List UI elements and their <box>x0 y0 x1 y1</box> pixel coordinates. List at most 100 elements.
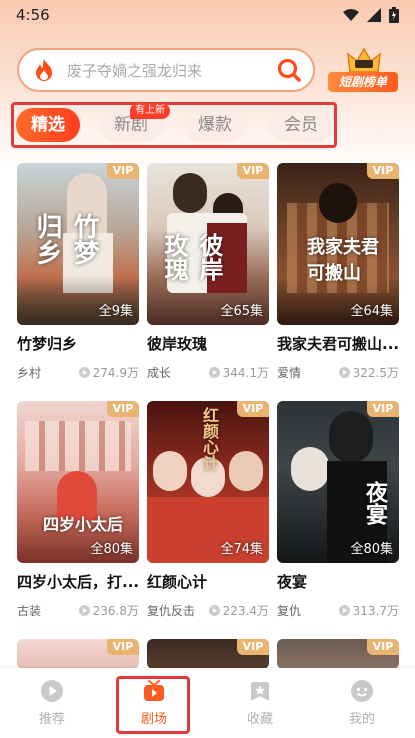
vip-badge: VIP <box>237 163 269 179</box>
view-count-value: 322.5万 <box>352 366 399 380</box>
episode-count: 全64集 <box>350 304 393 319</box>
drama-title: 彼岸玫瑰 <box>147 335 208 353</box>
drama-meta: 古装 236.8万 <box>17 602 139 619</box>
nav-profile[interactable]: 我的 <box>322 678 402 727</box>
drama-poster: 竹梦 归乡 VIP 全9集 <box>17 163 139 325</box>
view-count-value: 236.8万 <box>92 604 139 618</box>
view-count: 223.4万 <box>208 602 269 619</box>
search-bar[interactable]: 废子夺嫡之强龙归来 <box>17 48 315 92</box>
poster-title-art: 我家夫君 可搬山 <box>307 237 379 284</box>
tab-featured[interactable]: 精选 <box>16 108 80 142</box>
drama-meta: 成长 344.1万 <box>147 364 269 381</box>
view-count: 322.5万 <box>338 364 399 381</box>
play-count-icon <box>78 367 90 378</box>
view-count: 236.8万 <box>78 602 139 619</box>
view-count-value: 313.7万 <box>352 604 399 618</box>
bottom-navigation: 推荐 剧场 收藏 我的 <box>0 668 415 738</box>
drama-card[interactable]: 夜宴 VIP 全80集 夜宴 复仇 313.7万 <box>277 401 399 619</box>
nav-recommend[interactable]: 推荐 <box>12 678 92 727</box>
play-circle-icon <box>39 678 65 704</box>
drama-card[interactable]: 竹梦 归乡 VIP 全9集 竹梦归乡 乡村 274.9万 <box>17 163 139 381</box>
status-bar: 4:56 <box>0 0 415 30</box>
signal-icon <box>367 8 381 22</box>
drama-meta: 乡村 274.9万 <box>17 364 139 381</box>
drama-poster: VIP <box>277 639 399 669</box>
episode-count: 全80集 <box>350 542 393 557</box>
drama-poster: 我家夫君 可搬山 VIP 全64集 <box>277 163 399 325</box>
drama-card[interactable]: VIP <box>277 639 399 669</box>
vip-badge: VIP <box>107 163 139 179</box>
drama-title: 夜宴 <box>277 573 308 591</box>
episode-count: 全65集 <box>220 304 263 319</box>
drama-title: 我家夫君可搬山... <box>277 335 399 353</box>
drama-card[interactable]: 彼岸 玫瑰 VIP 全65集 彼岸玫瑰 成长 344.1万 <box>147 163 269 381</box>
flame-icon <box>31 57 57 83</box>
episode-count: 全80集 <box>90 542 133 557</box>
drama-meta: 爱情 322.5万 <box>277 364 399 381</box>
poster-title-art: 四岁小太后 <box>43 515 124 534</box>
play-count-icon <box>338 605 350 616</box>
tab-members[interactable]: 会员 <box>269 108 333 142</box>
play-count-icon <box>338 367 350 378</box>
nav-label: 收藏 <box>246 712 273 727</box>
star-bookmark-icon <box>247 678 273 704</box>
status-icons <box>343 7 399 23</box>
nav-favorites[interactable]: 收藏 <box>220 678 300 727</box>
search-icon[interactable] <box>275 56 303 84</box>
drama-genre: 爱情 <box>277 366 302 380</box>
poster-title-art: 夜宴 <box>362 481 388 525</box>
wifi-icon <box>343 9 359 21</box>
poster-title-art: 红颜心计 <box>200 407 219 471</box>
drama-card[interactable]: 四岁小太后 VIP 全80集 四岁小太后，打... 古装 236.8万 <box>17 401 139 619</box>
drama-poster: 四岁小太后 VIP 全80集 <box>17 401 139 563</box>
episode-count: 全9集 <box>98 304 133 319</box>
drama-genre: 复仇反击 <box>147 604 196 618</box>
poster-title-art: 竹梦 归乡 <box>32 213 99 265</box>
drama-card[interactable]: 红颜心计 VIP 全74集 红颜心计 复仇反击 223.4万 <box>147 401 269 619</box>
tab-hits[interactable]: 爆款 <box>183 108 247 142</box>
search-placeholder: 废子夺嫡之强龙归来 <box>67 61 203 80</box>
play-count-icon <box>78 605 90 616</box>
drama-ranking-button[interactable]: 短剧榜单 <box>326 44 402 94</box>
drama-title: 四岁小太后，打... <box>17 573 139 591</box>
drama-poster: VIP <box>17 639 139 669</box>
vip-badge: VIP <box>107 639 139 655</box>
view-count: 274.9万 <box>78 364 139 381</box>
play-count-icon <box>208 605 220 616</box>
status-time: 4:56 <box>16 6 50 24</box>
drama-genre: 古装 <box>17 604 42 618</box>
nav-label: 我的 <box>348 712 375 727</box>
vip-badge: VIP <box>367 401 399 417</box>
view-count-value: 274.9万 <box>92 366 139 380</box>
vip-badge: VIP <box>237 401 269 417</box>
nav-highlight-outline <box>116 676 190 734</box>
battery-icon <box>389 7 399 23</box>
drama-title: 竹梦归乡 <box>17 335 78 353</box>
view-count-value: 223.4万 <box>222 604 269 618</box>
drama-poster: 彼岸 玫瑰 VIP 全65集 <box>147 163 269 325</box>
ranking-label: 短剧榜单 <box>328 72 398 92</box>
view-count-value: 344.1万 <box>222 366 269 380</box>
view-count: 344.1万 <box>208 364 269 381</box>
drama-meta: 复仇 313.7万 <box>277 602 399 619</box>
vip-badge: VIP <box>107 401 139 417</box>
drama-poster: 红颜心计 VIP 全74集 <box>147 401 269 563</box>
view-count: 313.7万 <box>338 602 399 619</box>
new-update-badge: 有上新 <box>130 103 170 119</box>
drama-title: 红颜心计 <box>147 573 208 591</box>
drama-card[interactable]: 我家夫君 可搬山 VIP 全64集 我家夫君可搬山... 爱情 322.5万 <box>277 163 399 381</box>
episode-count: 全74集 <box>220 542 263 557</box>
crown-icon <box>347 47 381 73</box>
play-count-icon <box>208 367 220 378</box>
nav-label: 推荐 <box>38 712 65 727</box>
vip-badge: VIP <box>237 639 269 655</box>
drama-poster: 夜宴 VIP 全80集 <box>277 401 399 563</box>
drama-card[interactable]: VIP <box>147 639 269 669</box>
vip-badge: VIP <box>367 639 399 655</box>
drama-genre: 成长 <box>147 366 172 380</box>
drama-card[interactable]: VIP <box>17 639 139 669</box>
poster-title-art: 彼岸 玫瑰 <box>160 233 224 281</box>
face-icon <box>349 678 375 704</box>
drama-poster: VIP <box>147 639 269 669</box>
vip-badge: VIP <box>367 163 399 179</box>
